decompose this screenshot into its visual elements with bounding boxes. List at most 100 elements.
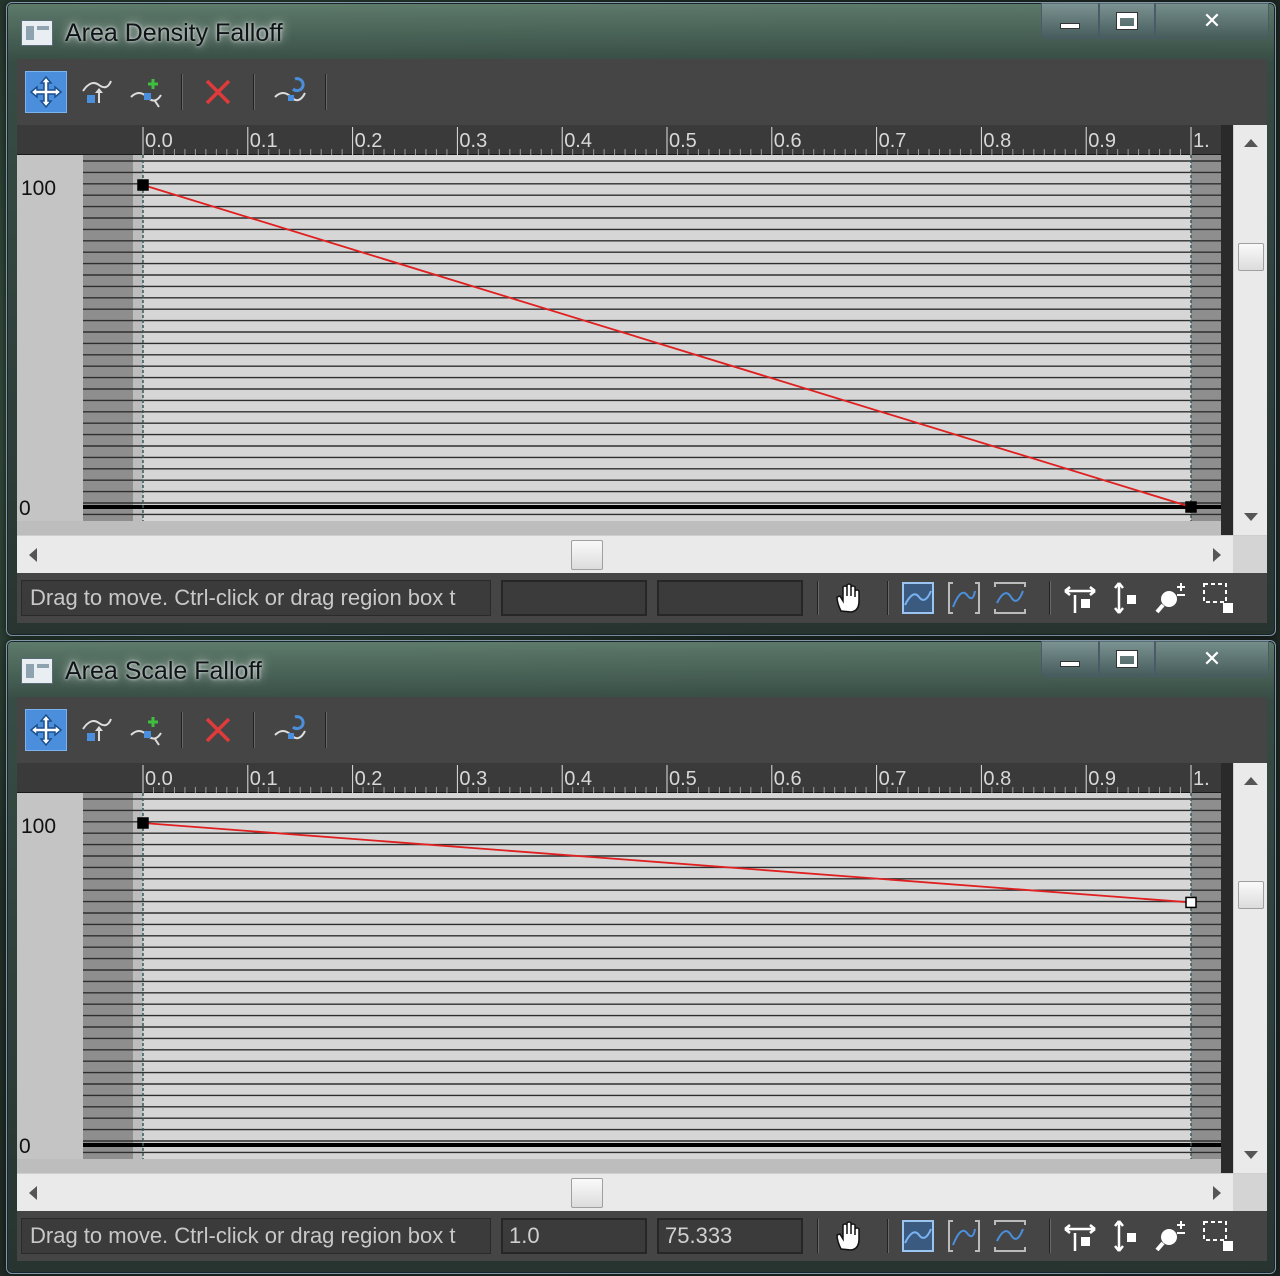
zoom-region-button[interactable] — [1197, 577, 1239, 619]
y-value-field[interactable]: 75.333 — [657, 1218, 803, 1254]
window-title: Area Density Falloff — [65, 19, 283, 47]
insert-point-button[interactable] — [125, 71, 167, 113]
app-icon — [21, 658, 53, 684]
horizontal-scroll-thumb[interactable] — [571, 1178, 603, 1208]
scroll-right-icon[interactable] — [1213, 548, 1221, 562]
reset-curve-button[interactable] — [269, 71, 311, 113]
zoom-vertical-extents-button[interactable] — [989, 577, 1031, 619]
title-bar[interactable]: Area Density Falloff ✕ — [7, 3, 1275, 57]
maximize-button[interactable] — [1099, 3, 1155, 39]
separator — [1049, 581, 1051, 615]
curve-control-point[interactable] — [137, 179, 149, 191]
zoom-extents-button[interactable] — [897, 1215, 939, 1257]
ruler-tick-label: 0.2 — [355, 768, 383, 790]
zoom-vertical-extents-button[interactable] — [989, 1215, 1031, 1257]
move-points-button[interactable] — [25, 709, 67, 751]
close-icon: ✕ — [1202, 645, 1222, 671]
reset-curve-icon — [273, 713, 307, 747]
ruler-tick-label: 0.8 — [983, 768, 1011, 790]
zoom-horizontal-extents-icon — [947, 1219, 981, 1253]
vertical-scroll-thumb[interactable] — [1238, 243, 1264, 271]
graph-area: 0.0 0.1 0.2 0.3 0.4 0.5 0.6 0.7 0.8 0.9 1. 100 0 — [17, 763, 1267, 1173]
x-value-field[interactable]: 1.0 — [501, 1218, 647, 1254]
delete-point-icon — [201, 713, 235, 747]
close-button[interactable]: ✕ — [1155, 3, 1269, 39]
curve-editor: 0.0 0.1 0.2 0.3 0.4 0.5 0.6 0.7 0.8 0.9 1. 100 0 D… — [17, 697, 1267, 1261]
zoom-horizontal-extents-button[interactable] — [943, 577, 985, 619]
minimize-button[interactable] — [1041, 641, 1099, 677]
scroll-left-icon[interactable] — [29, 1186, 37, 1200]
graph-area: 0.0 0.1 0.2 0.3 0.4 0.5 0.6 0.7 0.8 0.9 1. 100 0 — [17, 125, 1267, 535]
separator — [817, 581, 819, 615]
y-value-field[interactable] — [657, 580, 803, 616]
zoom-button[interactable] — [1151, 577, 1193, 619]
scroll-down-icon[interactable] — [1244, 513, 1258, 521]
ruler-tick-label: 0.1 — [250, 130, 278, 152]
zoom-icon — [1155, 581, 1189, 615]
curve-plot[interactable] — [17, 155, 1221, 535]
title-bar[interactable]: Area Scale Falloff ✕ — [7, 641, 1275, 695]
close-button[interactable]: ✕ — [1155, 641, 1269, 677]
insert-point-icon — [129, 713, 163, 747]
insert-point-icon — [129, 75, 163, 109]
reset-curve-button[interactable] — [269, 709, 311, 751]
move-points-button[interactable] — [25, 71, 67, 113]
separator — [181, 712, 183, 748]
scale-points-button[interactable] — [75, 709, 117, 751]
window-title: Area Scale Falloff — [65, 657, 262, 685]
curve-plot[interactable] — [17, 793, 1221, 1173]
ruler-tick-label: 0.3 — [459, 768, 487, 790]
zoom-horizontal-button[interactable] — [1059, 577, 1101, 619]
zoom-vertical-button[interactable] — [1105, 1215, 1147, 1257]
vertical-scroll-thumb[interactable] — [1238, 881, 1264, 909]
ruler-tick-label: 0.4 — [564, 768, 592, 790]
curve-window-scale: Area Scale Falloff ✕ 0.0 0.1 0.2 0.3 0.4 0.5 0… — [6, 640, 1276, 1274]
zoom-horizontal-icon — [1063, 581, 1097, 615]
scroll-right-icon[interactable] — [1213, 1186, 1221, 1200]
ruler-tick-label: 0.0 — [145, 130, 173, 152]
x-ruler: 0.0 0.1 0.2 0.3 0.4 0.5 0.6 0.7 0.8 0.9 1. — [17, 125, 1221, 155]
status-prompt: Drag to move. Ctrl-click or drag region … — [21, 580, 491, 616]
toolbar — [17, 697, 1267, 763]
zoom-vertical-extents-icon — [993, 581, 1027, 615]
horizontal-scroll-thumb[interactable] — [571, 540, 603, 570]
scroll-up-icon[interactable] — [1244, 139, 1258, 147]
minimize-button[interactable] — [1041, 3, 1099, 39]
separator — [325, 712, 327, 748]
zoom-region-icon — [1201, 581, 1235, 615]
horizontal-scrollbar[interactable] — [17, 535, 1267, 574]
zoom-region-button[interactable] — [1197, 1215, 1239, 1257]
pan-hand-icon — [831, 1219, 865, 1253]
maximize-icon — [1117, 12, 1137, 29]
horizontal-scrollbar[interactable] — [17, 1173, 1267, 1212]
delete-point-button[interactable] — [197, 709, 239, 751]
ruler-tick-label: 0.0 — [145, 768, 173, 790]
plot-range — [143, 155, 1191, 521]
insert-point-button[interactable] — [125, 709, 167, 751]
zoom-horizontal-button[interactable] — [1059, 1215, 1101, 1257]
zoom-extents-button[interactable] — [897, 577, 939, 619]
status-bar: Drag to move. Ctrl-click or drag region … — [17, 1211, 1267, 1261]
pan-hand-button[interactable] — [827, 577, 869, 619]
scroll-left-icon[interactable] — [29, 548, 37, 562]
curve-control-point[interactable] — [1185, 501, 1197, 513]
zoom-horizontal-extents-button[interactable] — [943, 1215, 985, 1257]
curve-control-point[interactable] — [137, 817, 149, 829]
minimize-icon — [1060, 22, 1080, 29]
plot-footer — [17, 1159, 1221, 1173]
vertical-scrollbar[interactable] — [1233, 125, 1267, 535]
delete-point-button[interactable] — [197, 71, 239, 113]
vertical-scrollbar[interactable] — [1233, 763, 1267, 1173]
x-value-field[interactable] — [501, 580, 647, 616]
curve-control-point[interactable] — [1185, 896, 1197, 909]
maximize-button[interactable] — [1099, 641, 1155, 677]
y-label-bottom: 0 — [19, 497, 31, 520]
ruler-tick-label: 0.1 — [250, 768, 278, 790]
zoom-button[interactable] — [1151, 1215, 1193, 1257]
scale-points-button[interactable] — [75, 71, 117, 113]
scroll-up-icon[interactable] — [1244, 777, 1258, 785]
separator — [253, 712, 255, 748]
zoom-vertical-button[interactable] — [1105, 577, 1147, 619]
scroll-down-icon[interactable] — [1244, 1151, 1258, 1159]
pan-hand-button[interactable] — [827, 1215, 869, 1257]
